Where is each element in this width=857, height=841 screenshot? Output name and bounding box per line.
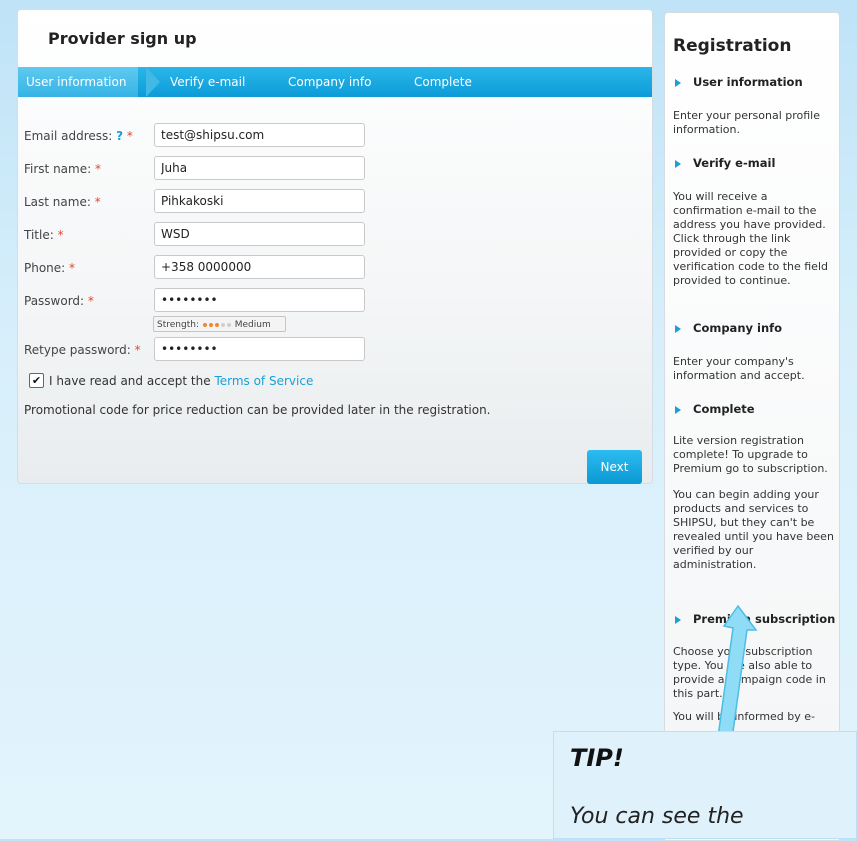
password-strength-meter: Strength: Medium (153, 316, 286, 332)
triangle-icon (675, 405, 681, 414)
promo-note: Promotional code for price reduction can… (24, 403, 491, 417)
signup-panel: Provider sign up User information Verify… (17, 9, 653, 484)
password-label: Password: * (24, 294, 94, 308)
strength-dot (202, 322, 207, 327)
title-label: Title: * (24, 228, 64, 242)
step-bar: User information Verify e-mail Company i… (18, 67, 652, 97)
sidebar-text-verify-email: You will receive a confirmation e-mail t… (673, 190, 828, 287)
sidebar-heading-verify-email: Verify e-mail (675, 156, 775, 170)
help-icon[interactable]: ? (116, 129, 123, 143)
terms-checkbox[interactable]: ✔ (29, 373, 44, 388)
sidebar-heading-company-info: Company info (675, 321, 782, 335)
email-label: Email address: ? * (24, 129, 133, 143)
triangle-icon (675, 324, 681, 333)
triangle-icon (675, 159, 681, 168)
strength-level: Medium (234, 320, 271, 330)
required-marker: * (94, 162, 101, 176)
step-company-info[interactable]: Company info (288, 67, 371, 97)
first-name-label: First name: * (24, 162, 101, 176)
step-user-information[interactable]: User information (18, 67, 138, 97)
email-field[interactable] (154, 123, 365, 147)
retype-password-field[interactable] (154, 337, 365, 361)
strength-dots (202, 320, 232, 330)
required-marker: * (57, 228, 64, 242)
triangle-icon (675, 615, 681, 624)
sidebar-text-company-info: Enter your company's information and acc… (673, 355, 805, 382)
sidebar-text-user-information: Enter your personal profile information. (673, 109, 820, 136)
strength-dot (226, 322, 231, 327)
password-field[interactable] (154, 288, 365, 312)
sidebar-heading-complete: Complete (675, 402, 755, 416)
title-field[interactable] (154, 222, 365, 246)
retype-password-label: Retype password: * (24, 343, 141, 357)
phone-field[interactable] (154, 255, 365, 279)
tip-callout: TIP! You can see the (553, 731, 857, 839)
next-button[interactable]: Next (587, 450, 642, 484)
phone-label: Phone: * (24, 261, 76, 275)
step-complete[interactable]: Complete (414, 67, 472, 97)
sidebar-heading-user-information: User information (675, 75, 803, 89)
strength-dot (220, 322, 225, 327)
required-marker: * (69, 261, 76, 275)
sidebar-text-complete: Lite version registration complete! To u… (673, 434, 828, 475)
required-marker: * (126, 129, 133, 143)
step-arrow-icon (146, 67, 160, 97)
step-verify-email[interactable]: Verify e-mail (170, 67, 245, 97)
strength-dot (214, 322, 219, 327)
tip-text: You can see the (570, 804, 744, 829)
required-marker: * (134, 343, 141, 357)
sidebar-text-complete-2: You can begin adding your products and s… (673, 488, 834, 571)
first-name-field[interactable] (154, 156, 365, 180)
strength-dot (208, 322, 213, 327)
terms-of-service-link[interactable]: Terms of Service (214, 374, 313, 388)
required-marker: * (87, 294, 94, 308)
triangle-icon (675, 78, 681, 87)
required-marker: * (94, 195, 101, 209)
page-title: Provider sign up (48, 29, 197, 48)
sidebar-title: Registration (673, 36, 792, 56)
tip-title: TIP! (570, 744, 624, 772)
last-name-field[interactable] (154, 189, 365, 213)
terms-label: I have read and accept the Terms of Serv… (49, 374, 314, 388)
last-name-label: Last name: * (24, 195, 101, 209)
